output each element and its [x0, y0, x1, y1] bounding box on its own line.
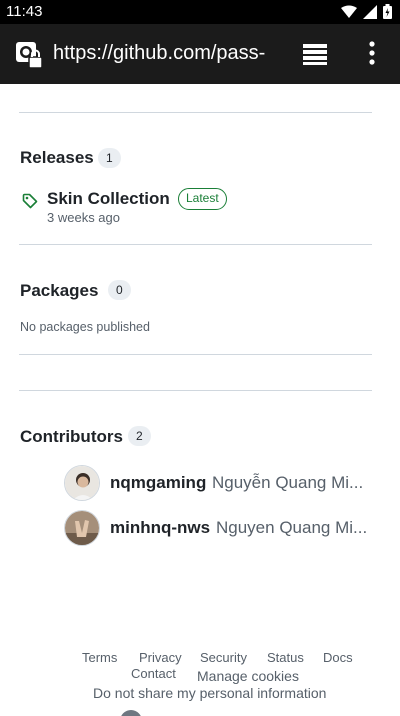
packages-title[interactable]: Packages: [20, 281, 98, 301]
wifi-icon: [341, 5, 357, 18]
latest-badge: Latest: [178, 188, 227, 210]
battery-icon: [383, 4, 392, 19]
contributors-count-badge: 2: [128, 426, 151, 446]
overflow-menu-icon[interactable]: [368, 40, 376, 66]
contributor-login[interactable]: nqmgaming: [110, 473, 206, 493]
browser-toolbar: https://github.com/pass-: [0, 24, 400, 84]
packages-empty-text: No packages published: [20, 320, 150, 334]
footer-logo: [120, 710, 142, 716]
status-bar: 11:43: [0, 0, 400, 24]
contributor-name: Nguyễn Quang Mi...: [212, 473, 364, 492]
avatar[interactable]: [64, 510, 100, 546]
footer-contact-link[interactable]: Contact: [131, 666, 176, 681]
release-link[interactable]: Skin Collection: [47, 189, 170, 209]
contributor-login[interactable]: minhnq-nws: [110, 518, 210, 538]
tag-icon: [22, 193, 38, 209]
footer-status-link[interactable]: Status: [267, 650, 304, 665]
page-content: Releases 1 Skin Collection Latest 3 week…: [0, 84, 400, 716]
contributors-title[interactable]: Contributors: [20, 427, 123, 447]
footer-do-not-share-link[interactable]: Do not share my personal information: [93, 685, 326, 701]
status-icons: [341, 4, 392, 19]
contributor-row[interactable]: minhnq-nws Nguyen Quang Mi...: [64, 510, 400, 546]
contributor-name: Nguyen Quang Mi...: [216, 518, 368, 537]
tabs-icon[interactable]: [302, 42, 328, 66]
site-info-icon[interactable]: [14, 40, 44, 70]
divider: [19, 244, 372, 245]
divider: [19, 112, 372, 113]
releases-count-badge: 1: [98, 148, 121, 168]
divider: [19, 354, 372, 355]
footer-privacy-link[interactable]: Privacy: [139, 650, 182, 665]
releases-title[interactable]: Releases: [20, 148, 94, 168]
packages-count-badge: 0: [108, 280, 131, 300]
footer-security-link[interactable]: Security: [200, 650, 247, 665]
status-time: 11:43: [6, 3, 43, 20]
contributor-row[interactable]: nqmgaming Nguyễn Quang Mi...: [64, 465, 400, 501]
signal-icon: [363, 4, 377, 19]
divider: [19, 390, 372, 391]
footer-terms-link[interactable]: Terms: [82, 650, 117, 665]
footer-docs-link[interactable]: Docs: [323, 650, 353, 665]
release-date: 3 weeks ago: [47, 210, 120, 225]
url-bar[interactable]: https://github.com/pass-: [53, 42, 281, 65]
footer-manage-cookies-link[interactable]: Manage cookies: [197, 668, 299, 684]
avatar[interactable]: [64, 465, 100, 501]
